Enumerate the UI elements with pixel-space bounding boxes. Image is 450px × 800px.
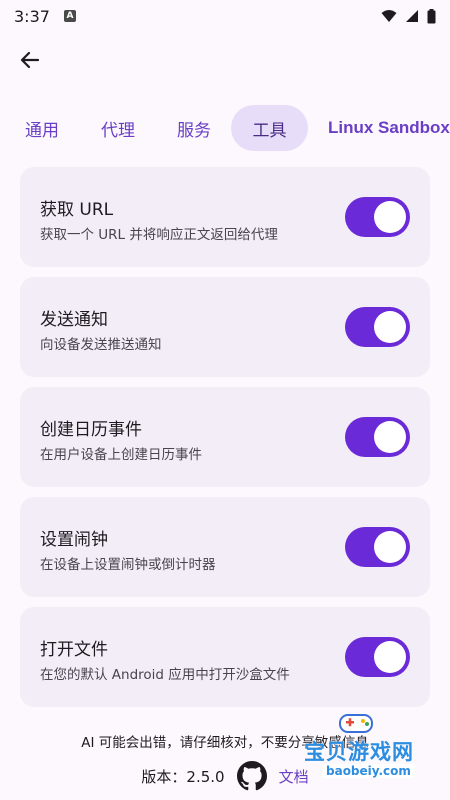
tool-description: 在设备上设置闹钟或倒计时器 xyxy=(40,557,216,573)
status-time: 3:37 xyxy=(14,6,50,26)
tool-title: 发送通知 xyxy=(40,310,108,330)
back-button[interactable] xyxy=(12,42,48,78)
toggle-thumb xyxy=(374,421,406,453)
tool-description: 在用户设备上创建日历事件 xyxy=(40,447,202,463)
watermark-text: 宝贝游戏网 xyxy=(304,740,414,764)
tool-title: 创建日历事件 xyxy=(40,420,142,440)
tool-card-set-alarm: 设置闹钟 在设备上设置闹钟或倒计时器 xyxy=(20,497,430,597)
signal-icon xyxy=(406,10,418,22)
battery-icon xyxy=(427,8,436,23)
version-label: 版本：2.5.0 xyxy=(141,767,225,786)
set-alarm-toggle[interactable] xyxy=(345,527,410,567)
fetch-url-toggle[interactable] xyxy=(345,197,410,237)
tool-card-open-file: 打开文件 在您的默认 Android 应用中打开沙盒文件 xyxy=(20,607,430,707)
tool-description: 向设备发送推送通知 xyxy=(40,337,162,353)
toggle-thumb xyxy=(374,641,406,673)
watermark: 宝贝游戏网 baobeiy.com xyxy=(300,706,440,786)
toggle-thumb xyxy=(374,311,406,343)
tab-bar: 通用 代理 服务 工具 Linux Sandbox xyxy=(0,105,450,151)
tool-title: 获取 URL xyxy=(40,200,114,220)
open-file-toggle[interactable] xyxy=(345,637,410,677)
tool-title: 设置闹钟 xyxy=(40,530,108,550)
tool-card-send-notification: 发送通知 向设备发送推送通知 xyxy=(20,277,430,377)
tool-title: 打开文件 xyxy=(40,640,108,660)
tool-description: 获取一个 URL 并将响应正文返回给代理 xyxy=(40,227,278,243)
tab-tools[interactable]: 工具 xyxy=(231,105,308,151)
toggle-thumb xyxy=(374,531,406,563)
wifi-icon xyxy=(381,10,397,22)
tab-linux-sandbox[interactable]: Linux Sandbox xyxy=(318,105,450,151)
toggle-thumb xyxy=(374,201,406,233)
tab-services[interactable]: 服务 xyxy=(162,105,226,151)
github-icon[interactable] xyxy=(236,761,267,791)
gamepad-icon xyxy=(339,714,373,733)
tab-proxy[interactable]: 代理 xyxy=(86,105,150,151)
watermark-url: baobeiy.com xyxy=(322,764,415,778)
notification-a-icon: A xyxy=(63,10,76,22)
status-icons xyxy=(381,8,436,24)
arrow-left-icon xyxy=(20,51,40,69)
create-calendar-event-toggle[interactable] xyxy=(345,417,410,457)
send-notification-toggle[interactable] xyxy=(345,307,410,347)
tool-card-fetch-url: 获取 URL 获取一个 URL 并将响应正文返回给代理 xyxy=(20,167,430,267)
tab-general[interactable]: 通用 xyxy=(10,105,74,151)
tool-card-create-calendar-event: 创建日历事件 在用户设备上创建日历事件 xyxy=(20,387,430,487)
tool-description: 在您的默认 Android 应用中打开沙盒文件 xyxy=(40,667,290,683)
status-bar: 3:37 A xyxy=(0,0,450,32)
